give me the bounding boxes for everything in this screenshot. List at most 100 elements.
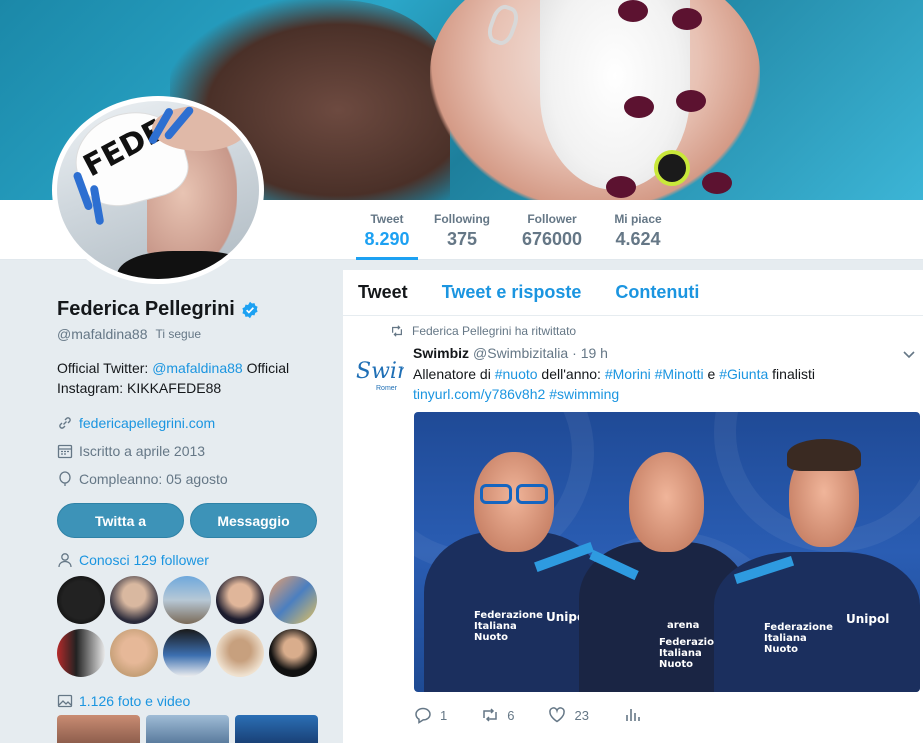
tweet-text-part: Allenatore di [413,366,495,382]
hashtag-link[interactable]: #Morini [605,366,651,382]
person-shirt-sponsor: Unipol [846,612,890,626]
retweet-context-text[interactable]: Federica Pellegrini ha ritwittato [412,324,576,338]
media-person-right: Federazione Italiana Nuoto Unipol [714,427,920,692]
swimbiz-logo-icon: Swim Romer [356,359,404,392]
timeline: Tweet Tweet e risposte Contenuti Federic… [343,270,923,743]
like-action[interactable]: 23 [548,706,589,724]
banner-nail [676,90,706,112]
message-button[interactable]: Messaggio [190,503,317,538]
tweet-avatar-text: Swim [356,359,404,384]
stat-value: 4.624 [615,229,661,249]
follower-avatar[interactable] [57,629,105,677]
photo-thumbnail[interactable] [146,715,229,743]
stat-value: 8.290 [364,229,410,249]
tab-tweets-replies[interactable]: Tweet e risposte [442,282,582,303]
link-icon [59,417,71,429]
person-head [629,452,704,552]
timeline-tabs: Tweet Tweet e risposte Contenuti [343,270,923,316]
follower-avatar[interactable] [269,576,317,624]
follows-you-badge: Ti segue [155,327,202,341]
avatar-photo: FEDE [57,101,259,279]
follower-avatar[interactable] [163,576,211,624]
reply-count: 1 [440,707,448,723]
follower-avatar[interactable] [110,576,158,624]
photo-thumbnail[interactable] [235,715,318,743]
photo-thumbnails [57,715,319,743]
photos-row: 1.126 foto e video [57,693,319,709]
stat-tweets[interactable]: Tweet 8.290 [356,212,418,260]
stat-followers[interactable]: Follower 676000 [518,212,586,250]
banner-nail [702,172,732,194]
image-icon [57,694,73,708]
tweet-text-part: finalisti [768,366,815,382]
banner-nail [606,176,636,198]
tweet-author-handle[interactable]: @Swimbizitalia [473,345,568,361]
person-icon [58,553,72,568]
known-followers-link[interactable]: Conosci 129 follower [79,552,209,568]
follower-avatars [57,576,319,677]
profile-sidebar: Federica Pellegrini @mafaldina88 Ti segu… [57,298,319,743]
stat-value: 375 [446,229,478,249]
analytics-icon [626,709,640,721]
tweet-text: Allenatore di #nuoto dell'anno: #Morini … [413,364,893,404]
reply-action[interactable]: 1 [414,706,447,724]
birthday: Compleanno: 05 agosto [79,471,228,487]
like-count: 23 [574,707,589,723]
retweet-action[interactable]: 6 [481,706,514,724]
photos-link[interactable]: 1.126 foto e video [79,693,190,709]
stat-label: Mi piace [614,212,662,226]
retweet-icon [392,325,402,337]
banner-buoy [654,150,690,186]
hashtag-link[interactable]: #Minotti [655,366,704,382]
hashtag-link[interactable]: #swimming [549,386,619,402]
follower-avatar[interactable] [216,576,264,624]
tweet-avatar-subtext: Romer [376,385,398,392]
follower-avatar[interactable] [57,576,105,624]
tweet-text-part: e [703,366,720,382]
website-link[interactable]: federicapellegrini.com [79,415,215,431]
follower-avatar[interactable] [163,629,211,677]
tweet-author-name[interactable]: Swimbiz [413,345,469,361]
stat-following[interactable]: Following 375 [432,212,492,250]
hashtag-link[interactable]: #nuoto [495,366,538,382]
tweet-media-image[interactable]: Federazione Italiana Nuoto Unipol arena … [414,412,920,692]
follower-avatar[interactable] [110,629,158,677]
follower-avatar[interactable] [269,629,317,677]
tab-media[interactable]: Contenuti [615,282,699,303]
verified-badge-icon [242,301,258,318]
tweet-text-part: dell'anno: [537,366,605,382]
url-link[interactable]: tinyurl.com/y786v8h2 [413,386,545,402]
retweet-icon [483,708,497,722]
analytics-action[interactable] [623,706,649,724]
stat-label: Following [434,212,490,226]
tweet-to-button[interactable]: Twitta a [57,503,184,538]
profile-handle[interactable]: @mafaldina88 [57,326,148,342]
tab-tweets[interactable]: Tweet [358,282,408,303]
action-buttons: Twitta a Messaggio [57,503,319,538]
tweet-author-avatar[interactable]: Swim Romer [354,350,404,398]
tweet-timestamp[interactable]: · 19 h [572,345,608,361]
known-followers-row: Conosci 129 follower [57,552,319,568]
heart-icon [549,707,566,723]
tweet-header: Swimbiz @Swimbizitalia · 19 h [413,345,608,361]
bio-mention-link[interactable]: @mafaldina88 [152,360,243,376]
profile-bio: Official Twitter: @mafaldina88 Official … [57,358,319,398]
person-hair [787,439,861,471]
person-glasses [480,484,512,504]
stat-label: Tweet [370,212,404,226]
stat-label: Follower [527,212,577,226]
person-shirt-federation: Federazione Italiana Nuoto [474,610,543,643]
chevron-down-icon[interactable] [903,348,915,360]
photo-thumbnail[interactable] [57,715,140,743]
stat-likes[interactable]: Mi piace 4.624 [610,212,666,250]
profile-name[interactable]: Federica Pellegrini [57,298,235,321]
calendar-icon [57,444,73,459]
name-row: Federica Pellegrini [57,298,319,321]
profile-avatar[interactable]: FEDE [52,96,264,284]
reply-icon [415,707,431,724]
retweet-count: 6 [507,707,515,723]
hashtag-link[interactable]: #Giunta [719,366,768,382]
stat-value: 676000 [521,229,583,249]
follower-avatar[interactable] [216,629,264,677]
handle-row: @mafaldina88 Ti segue [57,326,319,342]
